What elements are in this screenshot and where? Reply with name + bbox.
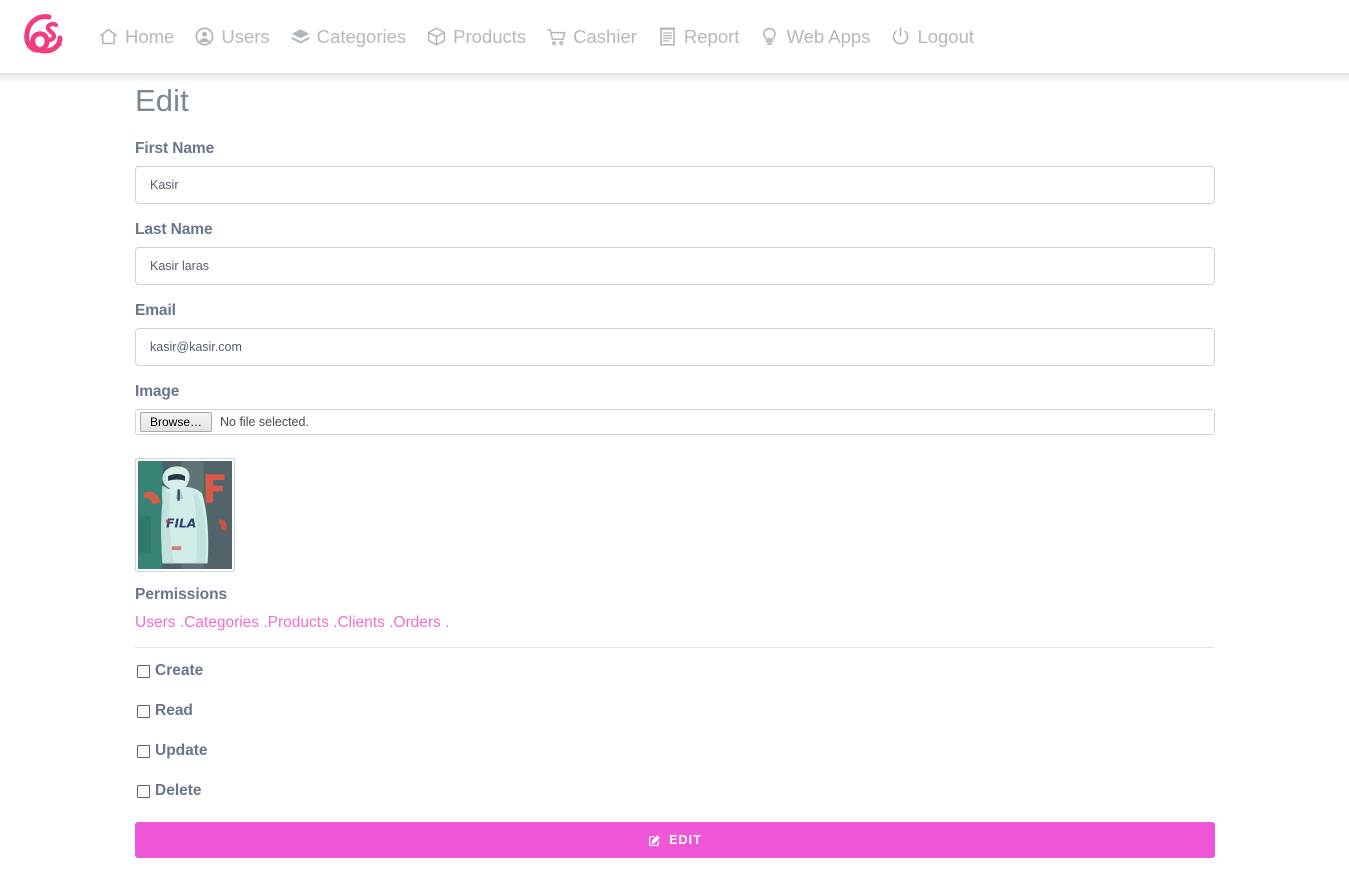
brand-logo[interactable] [12, 8, 70, 66]
first-name-input[interactable] [135, 166, 1215, 205]
page-title: Edit [135, 83, 189, 118]
avatar-image: FILA [138, 461, 232, 570]
top-navbar: Home Users Categories Products Cashier R… [0, 0, 1349, 73]
checkbox-read-label[interactable]: Read [155, 702, 193, 720]
nav-item-label: Categories [316, 25, 407, 47]
nav-item-home[interactable]: Home [88, 22, 184, 52]
last-name-label: Last Name [135, 221, 213, 239]
image-file-input[interactable]: Browse… No file selected. [135, 409, 1215, 436]
nav-item-label: Products [453, 25, 527, 47]
avatar-graffiti-photo-icon: FILA [138, 461, 232, 570]
edit-square-icon [648, 834, 661, 847]
checkbox-row-read: Read [135, 702, 1215, 720]
last-name-input[interactable] [135, 247, 1215, 286]
nav-item-categories[interactable]: Categories [280, 22, 416, 52]
checkbox-row-create: Create [135, 662, 1215, 680]
checkbox-update-label[interactable]: Update [155, 742, 208, 760]
checkbox-update[interactable] [137, 744, 150, 758]
shopping-cart-icon [546, 26, 567, 47]
checkbox-delete[interactable] [137, 784, 150, 798]
nav-item-label: Cashier [573, 25, 637, 47]
checkbox-delete-label[interactable]: Delete [155, 782, 202, 800]
nav-item-users[interactable]: Users [184, 22, 279, 52]
nav-links: Home Users Categories Products Cashier R… [88, 22, 984, 52]
field-first-name: First Name [135, 140, 1215, 205]
lightbulb-icon [759, 26, 780, 47]
nav-item-label: Home [125, 25, 175, 47]
browse-button[interactable]: Browse… [140, 412, 212, 433]
nav-item-label: Report [683, 25, 740, 47]
nav-item-label: Users [221, 25, 270, 47]
email-input[interactable] [135, 328, 1215, 367]
user-circle-icon [194, 26, 215, 47]
nav-item-report[interactable]: Report [647, 22, 750, 52]
checkbox-read[interactable] [137, 704, 150, 718]
permissions-label: Permissions [135, 586, 228, 604]
avatar-thumbnail: FILA [135, 458, 235, 573]
first-name-label: First Name [135, 140, 215, 158]
nav-item-label: Logout [917, 25, 975, 47]
checkbox-row-update: Update [135, 742, 1215, 760]
cube-icon [426, 26, 447, 47]
section-divider [135, 647, 1215, 649]
nav-item-logout[interactable]: Logout [880, 22, 984, 52]
field-image: Image Browse… No file selected. [135, 383, 1215, 436]
checkbox-create[interactable] [137, 664, 150, 678]
nav-item-label: Web Apps [786, 25, 871, 47]
layers-icon [290, 26, 311, 47]
file-status-text: No file selected. [220, 415, 309, 430]
page-content: Edit First Name Last Name Email Image Br… [0, 73, 1349, 859]
checkbox-row-delete: Delete [135, 782, 1215, 800]
receipt-icon [657, 26, 678, 47]
checkbox-create-label[interactable]: Create [155, 662, 203, 680]
nav-item-products[interactable]: Products [416, 22, 536, 52]
email-label: Email [135, 302, 176, 320]
nav-item-web-apps[interactable]: Web Apps [749, 22, 880, 52]
edit-user-form: Edit First Name Last Name Email Image Br… [135, 83, 1215, 859]
edit-submit-label: Edit [669, 833, 702, 848]
edit-submit-button[interactable]: Edit [135, 822, 1215, 859]
power-icon [890, 26, 911, 47]
nav-item-cashier[interactable]: Cashier [536, 22, 647, 52]
home-icon [98, 26, 119, 47]
permissions-list[interactable]: Users .Categories .Products .Clients .Or… [135, 613, 1215, 633]
ls-script-logo-icon [24, 13, 63, 54]
field-email: Email [135, 302, 1215, 367]
permissions-section: Permissions Users .Categories .Products … [135, 586, 1215, 633]
field-last-name: Last Name [135, 221, 1215, 286]
image-label: Image [135, 383, 180, 401]
